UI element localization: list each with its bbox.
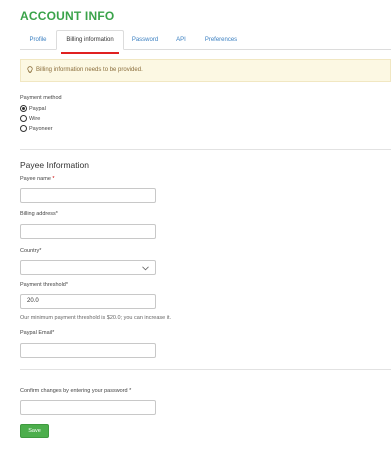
- radio-paypal-label: Paypal: [29, 105, 46, 112]
- payment-threshold-help: Our minimum payment threshold is $20.0; …: [20, 315, 172, 321]
- tab-api[interactable]: API: [175, 31, 187, 49]
- billing-alert: Billing information needs to be provided…: [20, 59, 391, 82]
- page-title: ACCOUNT INFO: [20, 9, 115, 23]
- payee-section-title: Payee Information: [20, 160, 89, 170]
- payment-option-wire[interactable]: Wire: [20, 114, 40, 123]
- radio-payoneer-label: Payoneer: [29, 125, 53, 132]
- required-mark: *: [52, 176, 55, 182]
- active-tab-indicator: [61, 52, 119, 54]
- payment-threshold-input[interactable]: 20.0: [20, 294, 156, 309]
- payment-threshold-label: Payment threshold*: [20, 282, 68, 288]
- alert-text: Billing information needs to be provided…: [36, 67, 143, 73]
- save-button[interactable]: Save: [20, 424, 49, 438]
- divider: [20, 369, 391, 370]
- paypal-email-input[interactable]: [20, 343, 156, 358]
- tab-billing-information[interactable]: Billing information: [56, 30, 124, 54]
- tab-profile[interactable]: Profile: [28, 31, 48, 49]
- tab-preferences[interactable]: Preferences: [202, 31, 240, 49]
- tab-password[interactable]: Password: [130, 31, 160, 49]
- payment-option-paypal[interactable]: Paypal: [20, 104, 46, 113]
- billing-address-input[interactable]: [20, 224, 156, 239]
- radio-wire-label: Wire: [29, 115, 41, 122]
- country-label: Country*: [20, 248, 42, 254]
- tab-bar: Profile Billing information Password API…: [20, 30, 391, 54]
- billing-address-label: Billing address*: [20, 211, 58, 217]
- chevron-down-icon: [142, 263, 149, 276]
- confirm-password-input[interactable]: [20, 400, 156, 415]
- radio-paypal[interactable]: [20, 105, 27, 112]
- payee-name-input[interactable]: [20, 188, 156, 203]
- radio-wire[interactable]: [20, 115, 27, 122]
- country-select[interactable]: [20, 260, 156, 275]
- tab-billing-information-label: Billing information: [66, 37, 114, 43]
- radio-payoneer[interactable]: [20, 125, 27, 132]
- payment-option-payoneer[interactable]: Payoneer: [20, 124, 53, 133]
- payee-name-label-text: Payee name: [20, 176, 51, 182]
- paypal-email-label: Paypal Email*: [20, 330, 55, 336]
- lightbulb-icon: [27, 66, 33, 77]
- confirm-password-label: Confirm changes by entering your passwor…: [20, 388, 132, 394]
- payment-method-label: Payment method: [20, 95, 62, 101]
- payee-name-label: Payee name *: [20, 176, 55, 182]
- divider: [20, 149, 391, 150]
